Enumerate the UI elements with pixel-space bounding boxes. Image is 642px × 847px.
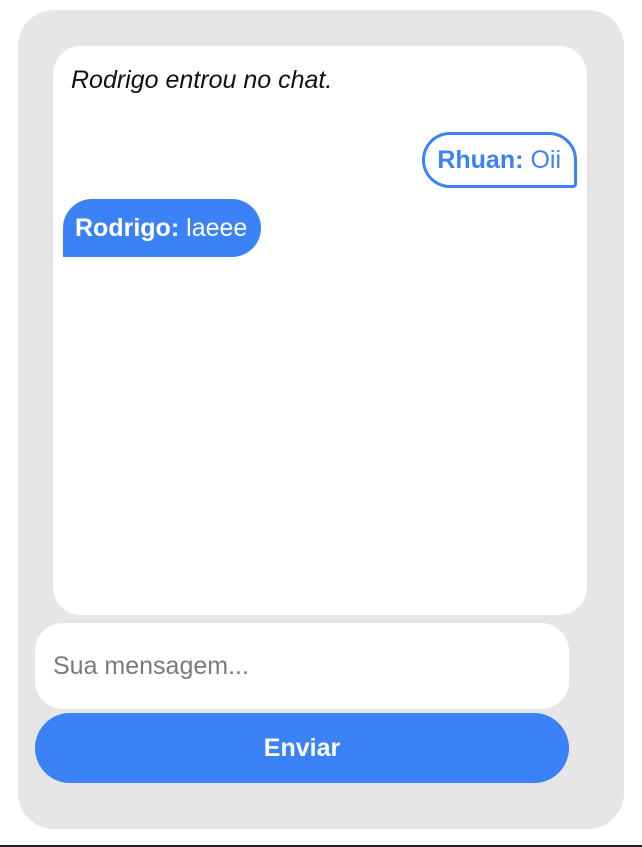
message-input[interactable] (35, 623, 569, 709)
send-button[interactable]: Enviar (35, 713, 569, 783)
message-author: Rodrigo: (75, 213, 180, 242)
message-text: Oii (530, 145, 561, 174)
page: Rodrigo entrou no chat. Rhuan: Oii Rodri… (0, 0, 642, 847)
message-text: laeee (186, 213, 248, 242)
system-message: Rodrigo entrou no chat. (71, 66, 333, 94)
messages-panel[interactable]: Rodrigo entrou no chat. Rhuan: Oii Rodri… (53, 46, 587, 615)
message-author: Rhuan: (437, 145, 524, 174)
message-bubble-other: Rodrigo: laeee (63, 199, 262, 257)
message-bubble-own: Rhuan: Oii (422, 132, 577, 188)
